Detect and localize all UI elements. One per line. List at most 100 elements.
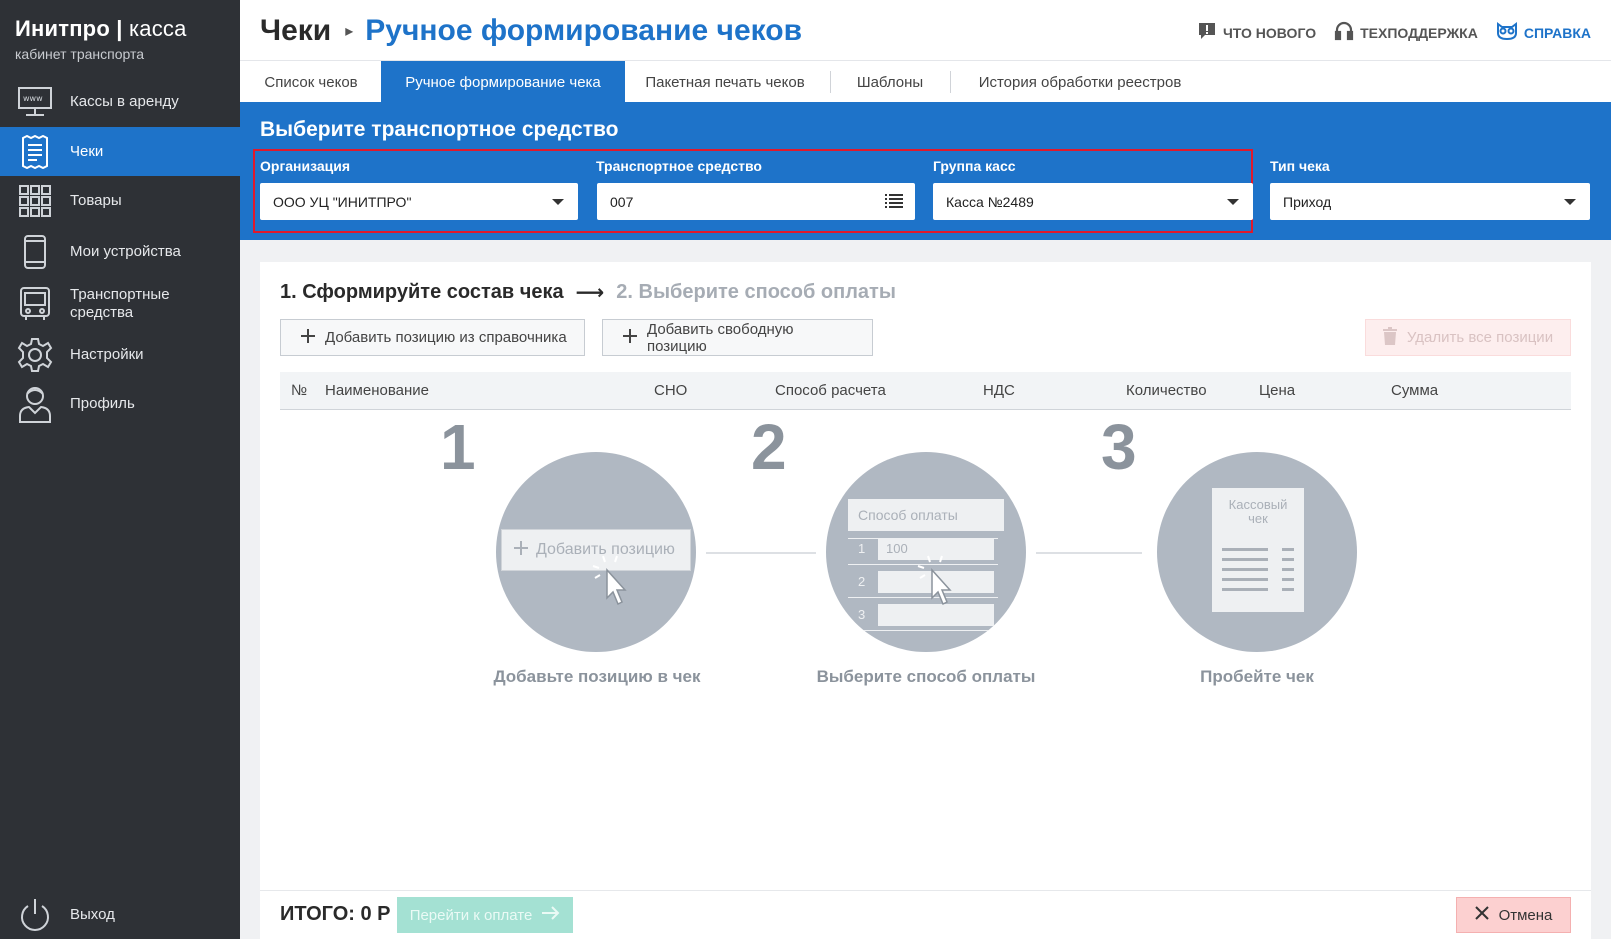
step-3-illustration: Кассовый чек — [1157, 452, 1357, 652]
sidebar-item-devices[interactable]: Мои устройства — [0, 228, 240, 276]
illus-divider — [848, 630, 998, 631]
tab-registry-history[interactable]: История обработки реестров — [960, 61, 1200, 103]
column-price: Цена — [1259, 382, 1296, 399]
close-icon — [1474, 906, 1489, 924]
add-free-position-button[interactable]: Добавить свободную позицию — [602, 319, 873, 356]
brand-subtitle: кабинет транспорта — [15, 46, 145, 62]
cursor-icon — [591, 552, 633, 617]
cancel-label: Отмена — [1498, 906, 1553, 924]
illus-row-number: 2 — [858, 574, 866, 589]
breadcrumb-section[interactable]: Чеки — [260, 14, 331, 48]
illus-receipt-line — [1222, 578, 1268, 581]
support-link[interactable]: ТЕХПОДДЕРЖКА — [1334, 20, 1478, 45]
sidebar-item-receipts[interactable]: Чеки — [0, 127, 240, 176]
arrow-right-icon: ⟶ — [575, 282, 605, 304]
step-connector — [706, 552, 816, 554]
organization-value: ООО УЦ "ИНИТПРО" — [273, 193, 412, 210]
step-1-number: 1 — [440, 411, 476, 483]
help-label: СПРАВКА — [1523, 24, 1591, 41]
illus-receipt-line — [1222, 558, 1268, 561]
step-1-illustration: Добавить позицию — [496, 452, 696, 652]
sidebar-item-label: Чеки — [70, 142, 104, 160]
trash-icon — [1382, 326, 1397, 349]
plus-icon — [301, 328, 315, 347]
illus-row-number: 1 — [858, 541, 866, 556]
receipt-type-value: Приход — [1283, 193, 1332, 210]
whats-new-link[interactable]: ЧТО НОВОГО — [1197, 20, 1316, 45]
phone-icon — [16, 233, 54, 271]
help-link[interactable]: СПРАВКА — [1496, 20, 1591, 45]
delete-all-button[interactable]: Удалить все позиции — [1365, 319, 1571, 356]
vehicle-value: 007 — [610, 193, 634, 210]
plus-icon — [514, 540, 528, 560]
cancel-button[interactable]: Отмена — [1456, 897, 1571, 933]
chevron-down-icon — [552, 199, 564, 205]
step-2-caption: Выберите способ оплаты — [816, 667, 1036, 686]
tab-receipt-list[interactable]: Список чеков — [248, 61, 374, 103]
tab-batch-print[interactable]: Пакетная печать чеков — [630, 61, 820, 103]
list-icon[interactable] — [885, 194, 903, 211]
column-number: № — [291, 382, 308, 399]
tab-templates[interactable]: Шаблоны — [840, 61, 940, 103]
add-from-catalog-button[interactable]: Добавить позицию из справочника — [280, 319, 585, 356]
sidebar-item-label: Транспортные средства — [70, 286, 170, 321]
column-name: Наименование — [325, 382, 429, 399]
column-tax-system: СНО — [654, 382, 688, 399]
organization-select[interactable]: ООО УЦ "ИНИТПРО" — [260, 183, 578, 220]
illus-receipt-line — [1222, 568, 1268, 571]
register-group-select[interactable]: Касса №2489 — [933, 183, 1253, 220]
sidebar-item-goods[interactable]: Товары — [0, 177, 240, 225]
go-to-payment-button[interactable]: Перейти к оплате — [397, 897, 573, 933]
column-vat: НДС — [983, 382, 1015, 399]
sidebar-item-logout[interactable]: Выход — [0, 892, 240, 938]
vehicle-field[interactable]: 007 — [597, 183, 915, 220]
brand-name: Инитпро — [15, 16, 110, 41]
www-monitor-icon: www — [16, 83, 54, 121]
illus-receipt-line — [1282, 578, 1294, 581]
sidebar-item-settings[interactable]: Настройки — [0, 331, 240, 379]
illus-row-number: 3 — [858, 607, 866, 622]
breadcrumb-separator-icon: ▸ — [345, 23, 354, 40]
go-to-payment-label: Перейти к оплате — [409, 906, 533, 924]
register-group-label: Группа касс — [933, 158, 1016, 174]
tab-manual-receipt[interactable]: Ручное формирование чека — [381, 61, 625, 103]
column-quantity: Количество — [1126, 382, 1207, 399]
vehicle-panel-title: Выберите транспортное средство — [260, 118, 619, 141]
receipt-icon — [16, 133, 54, 171]
register-group-value: Касса №2489 — [946, 193, 1034, 210]
chevron-down-icon — [1227, 199, 1239, 205]
chevron-down-icon — [1564, 199, 1576, 205]
sidebar-item-vehicles[interactable]: Транспортные средства — [0, 279, 240, 329]
step-connector — [1036, 552, 1142, 554]
sidebar-item-label: Мои устройства — [70, 243, 181, 260]
cursor-icon — [916, 552, 958, 617]
sidebar-item-profile[interactable]: Профиль — [0, 380, 240, 428]
step-2-number: 2 — [751, 411, 787, 483]
arrow-right-icon — [542, 906, 560, 924]
vehicle-panel: Выберите транспортное средство Организац… — [240, 102, 1611, 240]
sidebar-item-rent[interactable]: www Кассы в аренду — [0, 78, 240, 126]
step-3-number: 3 — [1101, 411, 1137, 483]
sidebar: Инитпро | касса кабинет транспорта www К… — [0, 0, 240, 939]
tab-divider — [830, 71, 831, 93]
illus-receipt-title: Кассовый чек — [1228, 497, 1288, 526]
tab-divider — [950, 71, 951, 93]
speech-bubble-icon — [1197, 21, 1217, 44]
brand-title: Инитпро | касса — [15, 16, 187, 41]
column-sum: Сумма — [1391, 382, 1439, 399]
receipt-type-select[interactable]: Приход — [1270, 183, 1590, 220]
sidebar-item-label: Товары — [70, 192, 122, 209]
grid-icon — [16, 182, 54, 220]
illus-receipt-line — [1222, 588, 1268, 591]
step-2-illustration: Способ оплаты 1 100 2 3 — [826, 452, 1026, 652]
illus-receipt-line — [1282, 548, 1294, 551]
user-icon — [16, 385, 54, 423]
owl-icon — [1496, 21, 1518, 44]
brand-name-light: касса — [128, 16, 187, 41]
svg-text:www: www — [23, 94, 43, 103]
header-links: ЧТО НОВОГО ТЕХПОДДЕРЖКА СПРАВКА — [1197, 20, 1591, 45]
total-label: ИТОГО: 0 Р — [280, 903, 391, 925]
bus-icon — [16, 285, 54, 323]
plus-icon — [623, 328, 637, 347]
step-1-title: 1. Сформируйте состав чека — [280, 281, 564, 303]
